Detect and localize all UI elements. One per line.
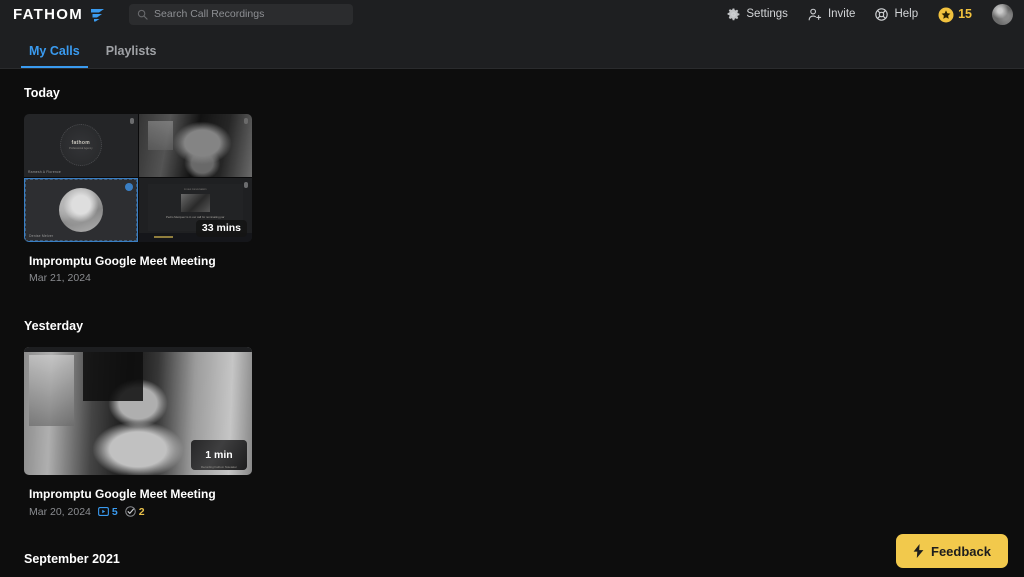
duration-badge: 1 min Recording Fathom Notetaker	[191, 440, 247, 470]
participant-avatar	[59, 188, 103, 232]
user-plus-icon	[808, 8, 822, 21]
pin-icon	[125, 183, 133, 191]
gear-icon	[727, 8, 740, 21]
mic-icon	[130, 118, 134, 124]
lifebuoy-icon	[875, 8, 888, 21]
thumbnail-topbar	[24, 347, 252, 352]
section-today: Today fathom Professional Agency Ramesh …	[24, 87, 1024, 283]
calls-list: Today fathom Professional Agency Ramesh …	[0, 69, 1024, 576]
call-card[interactable]: fathom Professional Agency Ramesh A Flor…	[24, 114, 252, 284]
settings-label: Settings	[746, 9, 788, 21]
tasks-badge[interactable]: 2	[125, 506, 145, 517]
settings-button[interactable]: Settings	[727, 8, 788, 21]
search-icon	[137, 9, 148, 20]
search-placeholder: Search Call Recordings	[154, 9, 264, 20]
section-yesterday: Yesterday 1 min Recording Fathom Notetak…	[24, 320, 1024, 517]
grid-tile-webcam	[139, 114, 253, 178]
brand-logo[interactable]: FATHOM	[13, 7, 106, 22]
call-meta: Mar 21, 2024	[29, 273, 252, 284]
invite-label: Invite	[828, 9, 856, 21]
tasks-count: 2	[139, 507, 145, 518]
call-card[interactable]: 1 min Recording Fathom Notetaker Impromp…	[24, 347, 252, 517]
header-actions: Settings Invite Help	[727, 4, 1013, 25]
call-thumbnail[interactable]: 1 min Recording Fathom Notetaker	[24, 347, 252, 475]
mic-icon	[244, 182, 248, 188]
call-date: Mar 20, 2024	[29, 507, 91, 518]
call-title: Impromptu Google Meet Meeting	[29, 254, 252, 268]
clip-icon	[98, 507, 109, 516]
tab-my-calls[interactable]: My Calls	[21, 45, 88, 69]
grid-tile-logo: fathom Professional Agency Ramesh A Flor…	[24, 114, 138, 178]
slide-caption: Pedro Mezquez is in our call for nominat…	[166, 215, 224, 219]
tile-logo-line1: fathom	[72, 140, 90, 146]
section-title: Today	[24, 87, 1024, 100]
paper-plane-icon	[90, 8, 106, 22]
search-input[interactable]: Search Call Recordings	[129, 4, 353, 25]
call-date: Mar 21, 2024	[29, 273, 91, 284]
slide-heading: A new conversation	[184, 188, 207, 191]
help-label: Help	[894, 9, 918, 21]
call-title: Impromptu Google Meet Meeting	[29, 487, 252, 501]
mic-icon	[244, 118, 248, 124]
primary-tabs: My Calls Playlists	[0, 29, 1024, 69]
app-header: FATHOM Search Call Recordings Settings	[0, 0, 1024, 29]
lightning-bolt-icon	[913, 544, 924, 558]
feedback-label: Feedback	[931, 545, 991, 558]
star-badge-icon	[938, 7, 954, 23]
brand-logo-text: FATHOM	[13, 7, 83, 22]
feedback-button[interactable]: Feedback	[896, 534, 1008, 568]
duration-badge: 33 mins	[196, 220, 247, 237]
tile-logo-line2: Professional Agency	[69, 147, 93, 150]
clips-badge[interactable]: 5	[98, 507, 118, 518]
star-count: 15	[958, 8, 972, 21]
grid-tile-active-speaker: Denise Melver	[24, 178, 138, 242]
clips-count: 5	[112, 507, 118, 518]
section-title: September 2021	[24, 553, 1024, 566]
duration-text: 1 min	[205, 449, 232, 461]
duration-caption: Recording Fathom Notetaker	[191, 465, 247, 469]
invite-button[interactable]: Invite	[808, 8, 856, 21]
tab-playlists[interactable]: Playlists	[98, 45, 165, 69]
help-button[interactable]: Help	[875, 8, 918, 21]
task-check-icon	[125, 506, 136, 517]
section-title: Yesterday	[24, 320, 1024, 333]
avatar[interactable]	[992, 4, 1013, 25]
star-points-badge[interactable]: 15	[938, 7, 972, 23]
tile-logo-mark: fathom Professional Agency	[60, 124, 102, 166]
call-thumbnail[interactable]: fathom Professional Agency Ramesh A Flor…	[24, 114, 252, 242]
tile-participant-name: Ramesh A Florence	[28, 170, 61, 174]
section-september-2021: September 2021 Two conversation All Done…	[24, 553, 1024, 576]
tile-participant-name: Denise Melver	[29, 234, 53, 238]
call-meta: Mar 20, 2024 5 2	[29, 506, 252, 517]
slide-image	[181, 194, 210, 212]
